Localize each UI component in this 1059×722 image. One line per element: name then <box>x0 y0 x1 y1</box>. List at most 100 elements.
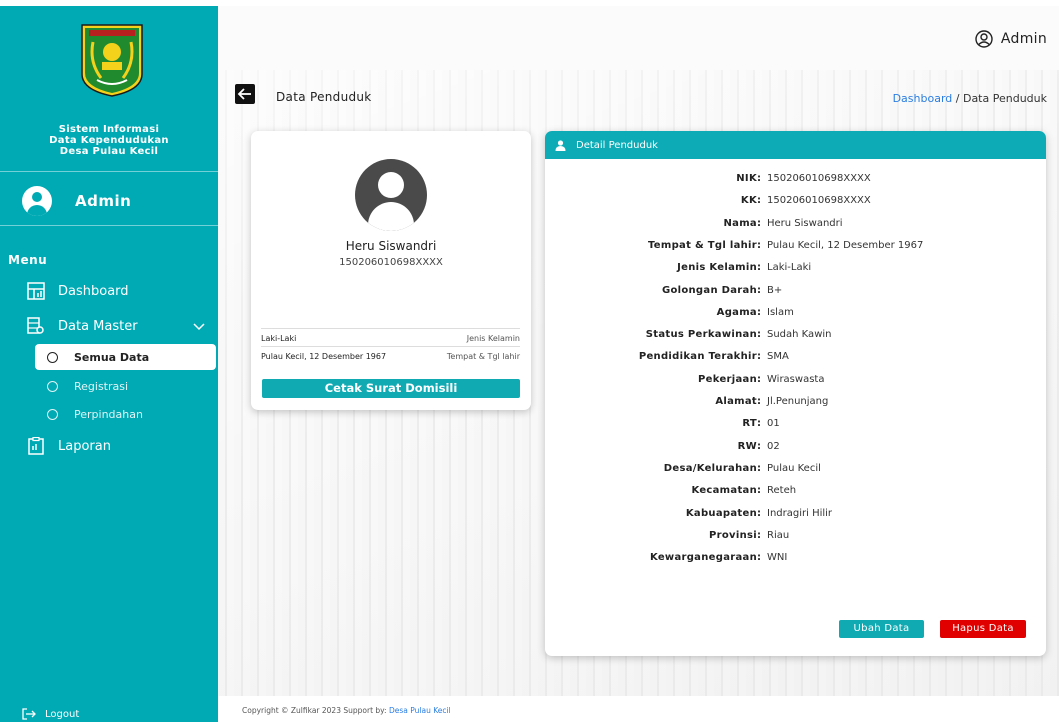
detail-field-key: Golongan Darah <box>661 284 757 296</box>
chevron-down-icon[interactable] <box>193 322 205 332</box>
sidebar-subitem-perpindahan[interactable]: Perpindahan <box>35 401 216 427</box>
detail-field-row: Tempat & Tgl lahir: Pulau Kecil, 12 Desem… <box>545 237 1046 257</box>
menu-heading: Menu <box>8 253 48 267</box>
detail-field-key: Tempat & Tgl lahir <box>647 239 757 251</box>
detail-field-colon: : <box>757 440 761 452</box>
detail-field-key: Jenis Kelamin <box>677 262 757 274</box>
detail-field-row: Kewarganegaraan: WNI <box>545 549 1046 569</box>
detail-field-key: Nama <box>723 217 757 229</box>
sidebar-item-label: Registrasi <box>74 379 129 393</box>
detail-field-value: 150206010698XXXX <box>767 173 871 184</box>
detail-field-row: Status Perkawinan: Sudah Kawin <box>545 326 1046 346</box>
sidebar: Sistem Informasi Data Kependudukan Desa … <box>0 6 218 722</box>
user-icon <box>555 139 566 151</box>
detail-field-row: Provinsi: Riau <box>545 527 1046 547</box>
database-search-icon <box>27 317 44 334</box>
app-root: Sistem Informasi Data Kependudukan Desa … <box>0 0 1059 722</box>
edit-data-button[interactable]: Ubah Data <box>839 620 924 638</box>
radio-circle-icon <box>47 408 58 420</box>
detail-field-row: Nama: Heru Siswandri <box>545 215 1046 235</box>
detail-field-row: Pendidikan Terakhir: SMA <box>545 348 1046 368</box>
detail-field-colon: : <box>757 195 761 207</box>
print-domicile-letter-button[interactable]: Cetak Surat Domisili <box>262 379 520 398</box>
detail-field-row: Jenis Kelamin: Laki-Laki <box>545 259 1046 279</box>
app-title-line-3: Desa Pulau Kecil <box>59 146 159 157</box>
breadcrumb-current: Data Penduduk <box>962 92 1047 105</box>
sidebar-subitem-semua-data[interactable]: Semua Data <box>35 344 216 370</box>
regency-emblem-logo <box>81 24 143 97</box>
detail-field-colon: : <box>757 173 761 184</box>
detail-field-colon: : <box>757 552 761 564</box>
profile-row-label: Jenis Kelamin <box>466 334 520 343</box>
profile-row-value: Pulau Kecil, 12 Desember 1967 <box>261 352 387 361</box>
breadcrumb-separator: / <box>952 92 963 105</box>
logout-button[interactable]: Logout <box>22 708 79 720</box>
detail-card-header: Detail Penduduk <box>545 131 1046 159</box>
back-button[interactable] <box>235 84 255 104</box>
detail-field-row: Kecamatan: Reteh <box>545 482 1046 502</box>
detail-field-key: Kecamatan <box>691 485 757 497</box>
detail-field-key: Kabuapaten <box>685 507 757 519</box>
sidebar-item-dashboard[interactable]: Dashboard <box>27 280 129 302</box>
detail-field-key: Kewarganegaraan <box>649 552 757 564</box>
detail-field-row: Pekerjaan: Wiraswasta <box>545 371 1046 391</box>
detail-field-row: Agama: Islam <box>545 304 1046 324</box>
sidebar-item-data-master[interactable]: Data Master <box>27 315 138 337</box>
detail-field-value: Riau <box>767 529 790 541</box>
page-title: Data Penduduk <box>276 90 372 104</box>
detail-field-row: Desa/Kelurahan: Pulau Kecil <box>545 460 1046 480</box>
detail-field-key: Provinsi <box>709 529 757 541</box>
user-circle-icon <box>975 30 993 48</box>
detail-field-row: Golongan Darah: B+ <box>545 282 1046 302</box>
detail-field-value: Pulau Kecil, 12 Desember 1967 <box>767 239 924 251</box>
detail-field-colon: : <box>757 396 761 407</box>
sidebar-item-label: Data Master <box>58 318 138 334</box>
sidebar-item-laporan[interactable]: Laporan <box>27 435 111 457</box>
detail-field-colon: : <box>757 239 761 251</box>
topbar-user-menu[interactable]: Admin <box>975 30 1047 48</box>
detail-field-row: Alamat: Jl.Penunjang <box>545 393 1046 413</box>
sidebar-item-label: Semua Data <box>74 350 150 364</box>
clipboard-report-icon <box>28 437 44 455</box>
detail-field-row: RW:02 <box>545 438 1046 458</box>
detail-field-colon: : <box>757 351 761 363</box>
detail-field-value: SMA <box>767 351 789 363</box>
detail-field-colon: : <box>757 373 761 385</box>
detail-field-colon: : <box>757 262 761 274</box>
breadcrumb: Dashboard / Data Penduduk <box>893 92 1047 105</box>
delete-data-button[interactable]: Hapus Data <box>940 620 1026 638</box>
profile-avatar-icon <box>355 159 427 231</box>
profile-row-value: Laki-Laki <box>261 334 297 343</box>
detail-field-value: Pulau Kecil <box>767 462 821 474</box>
footer-link[interactable]: Desa Pulau Kecil <box>389 706 451 715</box>
radio-circle-icon <box>47 380 58 392</box>
detail-field-row: RT:01 <box>545 415 1046 435</box>
radio-circle-icon <box>47 351 58 363</box>
detail-field-value: Jl.Penunjang <box>767 396 829 407</box>
sidebar-user: Admin <box>22 186 131 216</box>
logout-label: Logout <box>45 708 80 720</box>
detail-card: Detail Penduduk NIK:150206010698XXXX KK:1… <box>545 131 1046 656</box>
detail-field-row: KK:150206010698XXXX <box>545 192 1046 212</box>
sidebar-subitem-registrasi[interactable]: Registrasi <box>35 373 216 399</box>
detail-field-colon: : <box>757 306 761 318</box>
sidebar-divider <box>0 225 218 226</box>
detail-field-value: Sudah Kawin <box>767 329 832 341</box>
detail-field-key: Alamat <box>715 396 757 407</box>
detail-field-colon: : <box>757 529 761 541</box>
topbar-user-label: Admin <box>1000 31 1047 47</box>
profile-row: Laki-Laki Jenis Kelamin <box>261 328 520 348</box>
logout-icon <box>22 708 36 720</box>
detail-field-colon: : <box>757 329 761 341</box>
detail-field-key: RT <box>742 418 757 430</box>
profile-name: Heru Siswandri <box>345 239 437 253</box>
profile-card: Heru Siswandri 150206010698XXXX Laki-Lak… <box>251 131 531 410</box>
detail-field-key: Status Perkawinan <box>645 329 757 341</box>
detail-field-key: Pendidikan Terakhir <box>638 351 757 363</box>
detail-field-colon: : <box>757 418 761 430</box>
detail-field-value: Indragiri Hilir <box>767 507 833 519</box>
breadcrumb-dashboard-link[interactable]: Dashboard <box>893 92 953 105</box>
footer-copyright: Copyright © Zulfikar 2023 Support by: <box>242 706 389 715</box>
app-title-line-2: Data Kependudukan <box>49 135 169 146</box>
detail-field-key: NIK <box>736 173 757 184</box>
